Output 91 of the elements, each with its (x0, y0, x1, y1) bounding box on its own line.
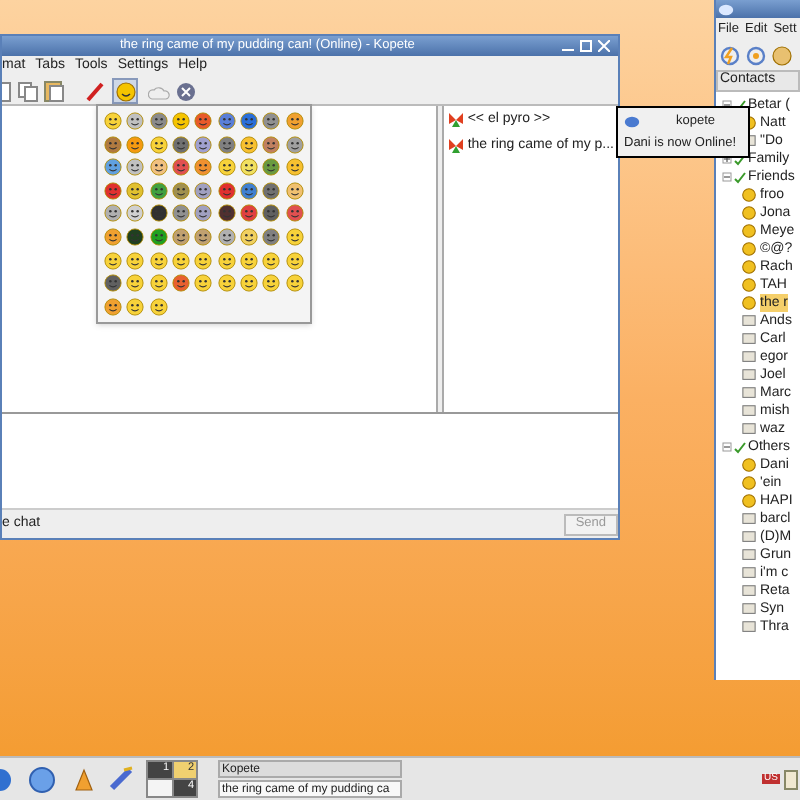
emoticon-icon[interactable] (104, 158, 123, 177)
chat-bubble-icon (624, 115, 640, 128)
emoticon-icon[interactable] (217, 135, 236, 154)
emoticon-icon[interactable] (194, 274, 213, 293)
emoticon-icon[interactable] (149, 112, 168, 130)
emoticon-icon[interactable] (149, 158, 168, 177)
emoticon-icon[interactable] (217, 112, 236, 130)
emoticon-icon[interactable] (240, 158, 259, 177)
brush-icon[interactable] (108, 766, 134, 792)
emoticon-icon[interactable] (285, 158, 304, 177)
emoticon-icon[interactable] (172, 204, 191, 223)
emoticon-icon[interactable] (149, 251, 168, 270)
butterfly-icon (447, 112, 464, 129)
emoticon-icon[interactable] (126, 251, 145, 270)
emoticon-icon[interactable] (126, 112, 145, 130)
emoticon-icon[interactable] (262, 112, 281, 130)
emoticon-icon[interactable] (262, 227, 281, 246)
emoticon-icon[interactable] (262, 181, 281, 200)
emoticon-icon[interactable] (172, 227, 191, 246)
emoticon-icon[interactable] (240, 227, 259, 246)
emoticon-icon[interactable] (285, 274, 304, 293)
emoticon-icon[interactable] (126, 135, 145, 154)
emoticon-icon[interactable] (126, 297, 145, 316)
emoticon-icon[interactable] (240, 112, 259, 130)
emoticon-icon[interactable] (217, 227, 236, 246)
emoticon-icon[interactable] (262, 158, 281, 177)
emoticon-icon[interactable] (217, 274, 236, 293)
emoticon-icon[interactable] (285, 181, 304, 200)
emoticon-icon[interactable] (104, 204, 123, 223)
emoticon-icon[interactable] (194, 135, 213, 154)
emoticon-icon[interactable] (194, 158, 213, 177)
emoticon-icon[interactable] (217, 181, 236, 200)
emoticon-icon[interactable] (172, 181, 191, 200)
clipboard-icon[interactable] (784, 769, 798, 789)
emoticon-icon[interactable] (240, 181, 259, 200)
emoticon-icon[interactable] (149, 227, 168, 246)
copy-icon[interactable] (18, 81, 38, 101)
check-icon (734, 441, 746, 453)
emoticon-icon[interactable] (172, 251, 191, 270)
emoticon-icon[interactable] (149, 274, 168, 293)
emoticon-icon[interactable] (172, 274, 191, 293)
emoticon-icon[interactable] (126, 274, 145, 293)
emoticon-icon[interactable] (149, 204, 168, 223)
maximize-icon[interactable] (580, 40, 592, 52)
emoticon-icon[interactable] (104, 135, 123, 154)
chat-bubble-icon (718, 3, 734, 15)
emoticon-button[interactable] (112, 78, 138, 104)
emoticon-icon[interactable] (194, 204, 213, 223)
emoticon-icon[interactable] (217, 158, 236, 177)
message-input[interactable] (2, 412, 618, 508)
emoticon-icon[interactable] (149, 181, 168, 200)
emoticon-icon[interactable] (285, 251, 304, 270)
emoticon-icon[interactable] (240, 274, 259, 293)
clipboard-icon[interactable] (44, 80, 64, 102)
emoticon-icon[interactable] (194, 181, 213, 200)
close-icon[interactable] (598, 40, 610, 52)
emoticon-icon[interactable] (104, 227, 123, 246)
emoticon-icon[interactable] (240, 251, 259, 270)
emoticon-icon[interactable] (217, 251, 236, 270)
lightning-icon[interactable] (720, 46, 740, 66)
document-icon[interactable] (2, 81, 12, 101)
emoticon-icon[interactable] (194, 227, 213, 246)
emoticon-icon[interactable] (172, 158, 191, 177)
emoticon-icon[interactable] (285, 135, 304, 154)
emoticon-icon[interactable] (104, 274, 123, 293)
emoticon-icon[interactable] (194, 251, 213, 270)
emoticon-icon[interactable] (149, 135, 168, 154)
emoticon-icon[interactable] (149, 297, 168, 316)
emoticon-icon[interactable] (240, 135, 259, 154)
emoticon-icon[interactable] (240, 204, 259, 223)
emoticon-icon[interactable] (126, 158, 145, 177)
emoticon-icon[interactable] (262, 135, 281, 154)
emoticon-icon[interactable] (285, 112, 304, 130)
emoticon-icon[interactable] (217, 204, 236, 223)
emoticon-icon[interactable] (285, 227, 304, 246)
pen-icon[interactable] (86, 81, 106, 101)
emoticon-icon[interactable] (262, 204, 281, 223)
emoticon-icon[interactable] (262, 251, 281, 270)
butterfly-icon (447, 137, 464, 154)
emoticon-icon[interactable] (172, 135, 191, 154)
emoticon-icon[interactable] (172, 112, 191, 130)
emoticon-icon[interactable] (126, 204, 145, 223)
emoticon-icon[interactable] (126, 181, 145, 200)
emoticon-icon[interactable] (104, 181, 123, 200)
emoticon-icon[interactable] (104, 251, 123, 270)
emoticon-icon[interactable] (126, 227, 145, 246)
emoticon-icon[interactable] (285, 204, 304, 223)
emoticon-icon[interactable] (104, 297, 123, 316)
emoticon-icon[interactable] (262, 274, 281, 293)
emoticon-icon[interactable] (104, 112, 123, 130)
emoticon-icon[interactable] (194, 112, 213, 130)
